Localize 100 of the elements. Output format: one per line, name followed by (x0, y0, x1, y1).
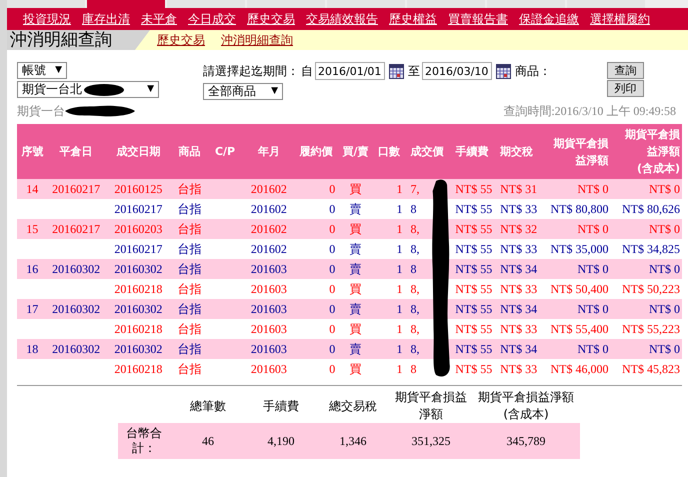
table-cell: 20160217 (114, 242, 162, 256)
table-cell: 台指 (177, 322, 202, 336)
menu-link[interactable]: 交易績效報告 (306, 10, 378, 28)
menu-link[interactable]: 保證金追繳 (519, 10, 579, 28)
menu-link[interactable]: 歷史權益 (389, 10, 437, 28)
product-select[interactable]: 全部商品 ▼ (203, 83, 283, 100)
table-cell: 20160217 (52, 222, 100, 236)
table-cell: 買 (350, 362, 362, 376)
menu-link[interactable]: 庫存出清 (82, 10, 130, 28)
table-cell: 20160302 (52, 342, 100, 356)
table-cell: NT$ 34 (500, 342, 538, 356)
column-header: 序號 (17, 124, 48, 179)
table-cell: 1 (396, 222, 402, 236)
table-cell: 20160302 (114, 302, 162, 316)
table-cell: 46 (202, 434, 214, 448)
table-cell: 0 (329, 182, 336, 196)
total-label: 台幣合計： (125, 426, 163, 456)
table-cell: NT$ 34 (500, 302, 538, 316)
table-cell: 0 (329, 322, 336, 336)
table-cell: 台指 (177, 362, 202, 376)
table-cell: 1,346 (340, 434, 366, 448)
table-cell: NT$ 0 (578, 222, 609, 236)
period-label: 請選擇起迄期間： (203, 62, 299, 80)
column-header: 總筆數 (170, 389, 246, 423)
calendar-icon[interactable] (496, 64, 511, 78)
table-cell: 0 (329, 282, 336, 296)
table-cell: 201603 (250, 262, 287, 276)
column-header: 期貨平倉損 益淨額 (含成本) (610, 124, 682, 179)
table-cell: 345,789 (506, 434, 546, 448)
sub-nav-link[interactable]: 歷史交易 (157, 32, 205, 48)
account-type-select[interactable]: 帳號 ▼ (17, 62, 67, 79)
column-header: 期貨平倉損 益淨額 (539, 124, 611, 179)
table-cell: 201603 (250, 282, 287, 296)
table-cell: 8, (410, 222, 420, 236)
menu-link[interactable]: 未平倉 (141, 10, 177, 28)
table-cell: NT$ 33 (500, 362, 538, 376)
account-name: 期貨一台 (17, 102, 65, 120)
table-cell: NT$ 55,400 (550, 322, 609, 336)
table-cell: 20160218 (114, 362, 162, 376)
table-cell: NT$ 0 (649, 262, 680, 276)
table-cell: 1 (396, 202, 402, 216)
table-cell: 20160203 (114, 222, 162, 236)
table-cell: NT$ 50,400 (550, 282, 609, 296)
table-cell: 賣 (350, 302, 362, 316)
table-cell: NT$ 55 (455, 342, 492, 356)
table-cell: NT$ 35,000 (550, 242, 609, 256)
table-cell: NT$ 0 (578, 262, 609, 276)
column-header: 成交價 (404, 124, 450, 179)
table-cell: NT$ 55 (455, 262, 492, 276)
table-cell: 賣 (350, 262, 362, 276)
sub-nav-link[interactable]: 沖消明細查詢 (221, 32, 293, 48)
table-cell: NT$ 55 (455, 282, 492, 296)
table-cell: 20160218 (114, 282, 162, 296)
table-cell: 0 (329, 302, 336, 316)
menu-link[interactable]: 買賣報告書 (448, 10, 508, 28)
table-cell: NT$ 32 (500, 222, 538, 236)
table-cell: 201603 (250, 302, 287, 316)
table-cell: 1 (396, 342, 402, 356)
account-select[interactable]: 期貨一台北 ▼ (17, 81, 159, 98)
table-cell: 201602 (250, 182, 287, 196)
table-cell: 4,190 (268, 434, 294, 448)
table-cell: 201603 (250, 342, 287, 356)
action-button[interactable]: 查詢 (607, 62, 644, 79)
table-cell: 0 (329, 202, 336, 216)
table-cell: 18 (26, 342, 38, 356)
column-header: 履約價 (294, 124, 338, 179)
menu-link[interactable]: 歷史交易 (247, 10, 295, 28)
table-cell: 1 (396, 322, 402, 336)
table-cell: 台指 (177, 302, 202, 316)
table-cell: 台指 (177, 262, 202, 276)
table-cell: 8, (410, 302, 420, 316)
column-header: 總交易稅 (316, 389, 390, 423)
menu-link[interactable]: 今日成交 (188, 10, 236, 28)
table-cell: NT$ 50,223 (622, 282, 680, 296)
table-cell: 1 (396, 302, 402, 316)
calendar-icon[interactable] (389, 64, 404, 78)
table-cell: 賣 (350, 242, 362, 256)
table-cell: NT$ 46,000 (550, 362, 609, 376)
table-cell: NT$ 55 (455, 362, 492, 376)
date-field[interactable]: 2016/01/01 (315, 62, 385, 80)
column-header: 手續費 (246, 389, 316, 423)
table-cell: 買 (350, 282, 362, 296)
date-field[interactable]: 2016/03/10 (422, 62, 492, 80)
table-cell: 20160217 (114, 202, 162, 216)
table-cell: 20160302 (114, 262, 162, 276)
table-cell: NT$ 55 (455, 222, 492, 236)
table-cell: 20160302 (52, 262, 100, 276)
table-cell: 201602 (250, 202, 287, 216)
table-cell: NT$ 0 (578, 302, 609, 316)
menu-link[interactable]: 選擇權履約 (590, 10, 650, 28)
table-cell: NT$ 0 (649, 222, 680, 236)
table-cell: 0 (329, 222, 336, 236)
action-button[interactable]: 列印 (607, 80, 644, 97)
table-cell: 8, (410, 242, 420, 256)
table-cell: NT$ 55,223 (622, 322, 680, 336)
menu-link[interactable]: 投資現況 (23, 10, 71, 28)
table-cell: 買 (350, 322, 362, 336)
table-cell: 20160217 (52, 182, 100, 196)
column-header: 買/賣 (337, 124, 374, 179)
table-cell: 351,325 (412, 434, 450, 448)
